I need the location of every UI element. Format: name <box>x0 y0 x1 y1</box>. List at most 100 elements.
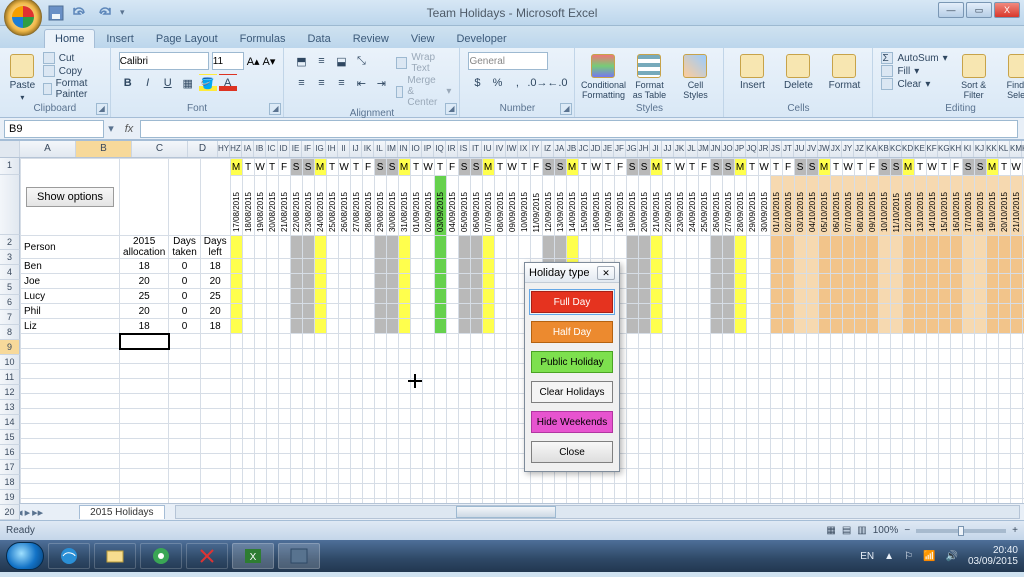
col-header[interactable]: JR <box>758 141 770 157</box>
col-header[interactable]: KC <box>890 141 902 157</box>
clipboard-launcher[interactable]: ◢ <box>96 103 108 115</box>
row-header[interactable]: 20 <box>0 505 20 520</box>
col-header[interactable]: IR <box>446 141 458 157</box>
fx-icon[interactable]: fx <box>118 123 140 135</box>
font-launcher[interactable]: ◢ <box>269 103 281 115</box>
col-header[interactable]: JI <box>650 141 662 157</box>
col-header[interactable]: B <box>76 141 132 157</box>
col-header[interactable]: JT <box>782 141 794 157</box>
col-header[interactable]: JX <box>830 141 842 157</box>
row-header[interactable]: 10 <box>0 355 20 370</box>
fill-color-button[interactable]: 🪣 <box>199 74 217 92</box>
col-header[interactable]: KB <box>878 141 890 157</box>
align-center-icon[interactable]: ≡ <box>312 74 330 92</box>
col-header[interactable]: KA <box>866 141 878 157</box>
worksheet-area[interactable]: ABCDHYHZIAIBICIDIEIFIGIHIIIJIKILIMINIOIP… <box>0 140 1024 520</box>
taskbar-snip-icon[interactable] <box>186 543 228 569</box>
select-all-corner[interactable] <box>0 141 20 157</box>
font-color-button[interactable]: A <box>219 74 237 92</box>
zoom-slider[interactable] <box>916 529 1006 533</box>
row-header[interactable]: 8 <box>0 325 20 340</box>
format-cells-button[interactable]: Format <box>824 52 864 91</box>
col-header[interactable]: KE <box>914 141 926 157</box>
col-header[interactable]: KL <box>998 141 1010 157</box>
col-header[interactable]: JW <box>818 141 830 157</box>
col-header[interactable]: KF <box>926 141 938 157</box>
tab-data[interactable]: Data <box>296 29 341 48</box>
paste-button[interactable]: Paste▾ <box>8 52 37 102</box>
accounting-icon[interactable]: $ <box>468 74 486 92</box>
col-header[interactable]: KK <box>986 141 998 157</box>
increase-indent-icon[interactable]: ⇥ <box>372 74 390 92</box>
comma-icon[interactable]: , <box>508 74 526 92</box>
col-header[interactable]: IP <box>422 141 434 157</box>
row-header[interactable]: 17 <box>0 460 20 475</box>
col-header[interactable]: JJ <box>662 141 674 157</box>
bold-button[interactable]: B <box>119 74 137 92</box>
active-cell[interactable] <box>120 334 169 349</box>
col-header[interactable]: JH <box>638 141 650 157</box>
col-header[interactable]: JP <box>734 141 746 157</box>
decrease-indent-icon[interactable]: ⇤ <box>352 74 370 92</box>
col-header[interactable]: JV <box>806 141 818 157</box>
align-left-icon[interactable]: ≡ <box>292 74 310 92</box>
col-header[interactable]: IF <box>302 141 314 157</box>
number-format-select[interactable] <box>468 52 548 70</box>
format-as-table-button[interactable]: Format as Table <box>629 52 669 100</box>
[interactable] <box>120 394 169 409</box>
col-header[interactable]: IS <box>458 141 470 157</box>
col-header[interactable]: JO <box>722 141 734 157</box>
view-normal-icon[interactable]: ▦ <box>826 525 835 536</box>
view-page-layout-icon[interactable]: ▤ <box>842 525 851 536</box>
sort-filter-button[interactable]: Sort & Filter <box>954 52 994 100</box>
tab-view[interactable]: View <box>400 29 446 48</box>
col-header[interactable]: ID <box>278 141 290 157</box>
taskbar-explorer-icon[interactable] <box>94 543 136 569</box>
col-header[interactable]: IB <box>254 141 266 157</box>
col-header[interactable]: IZ <box>542 141 554 157</box>
col-header[interactable]: IC <box>266 141 278 157</box>
autosum-button[interactable]: ΣAutoSum ▾ <box>881 52 947 64</box>
col-header[interactable]: JM <box>698 141 710 157</box>
[interactable] <box>120 484 169 499</box>
[interactable] <box>120 469 169 484</box>
minimize-button[interactable]: — <box>938 2 964 18</box>
tab-insert[interactable]: Insert <box>95 29 145 48</box>
tab-formulas[interactable]: Formulas <box>229 29 297 48</box>
row-header[interactable]: 6 <box>0 295 20 310</box>
full-day-button[interactable]: Full Day <box>531 291 613 313</box>
zoom-level[interactable]: 100% <box>873 525 899 536</box>
copy-button[interactable]: Copy <box>43 65 102 77</box>
col-header[interactable]: IT <box>470 141 482 157</box>
dialog-close-icon[interactable]: ✕ <box>597 266 615 280</box>
col-header[interactable]: II <box>338 141 350 157</box>
col-header[interactable]: JN <box>710 141 722 157</box>
shrink-font-icon[interactable]: A▾ <box>263 55 276 68</box>
format-painter-button[interactable]: Format Painter <box>43 78 102 100</box>
view-page-break-icon[interactable]: ▥ <box>857 525 866 536</box>
taskbar-window[interactable] <box>278 543 320 569</box>
fill-button[interactable]: Fill ▾ <box>881 65 947 77</box>
hide-weekends-button[interactable]: Hide Weekends <box>531 411 613 433</box>
row-header[interactable]: 4 <box>0 265 20 280</box>
cut-button[interactable]: Cut <box>43 52 102 64</box>
col-header[interactable]: JL <box>686 141 698 157</box>
col-header[interactable]: D <box>188 141 218 157</box>
[interactable] <box>120 439 169 454</box>
number-launcher[interactable]: ◢ <box>560 103 572 115</box>
col-header[interactable]: KM <box>1010 141 1022 157</box>
show-options-button[interactable]: Show options <box>26 187 114 207</box>
col-header[interactable]: A <box>20 141 76 157</box>
tab-page-layout[interactable]: Page Layout <box>145 29 229 48</box>
col-header[interactable]: IM <box>386 141 398 157</box>
col-header[interactable]: JQ <box>746 141 758 157</box>
col-header[interactable]: IL <box>374 141 386 157</box>
start-button[interactable] <box>6 542 44 570</box>
col-header[interactable]: JC <box>578 141 590 157</box>
row-header[interactable]: 19 <box>0 490 20 505</box>
align-bottom-icon[interactable]: ⬓ <box>332 52 350 70</box>
clear-holidays-button[interactable]: Clear Holidays <box>531 381 613 403</box>
row-header[interactable] <box>0 175 20 235</box>
col-header[interactable]: IH <box>326 141 338 157</box>
tray-lang[interactable]: EN <box>860 551 874 562</box>
